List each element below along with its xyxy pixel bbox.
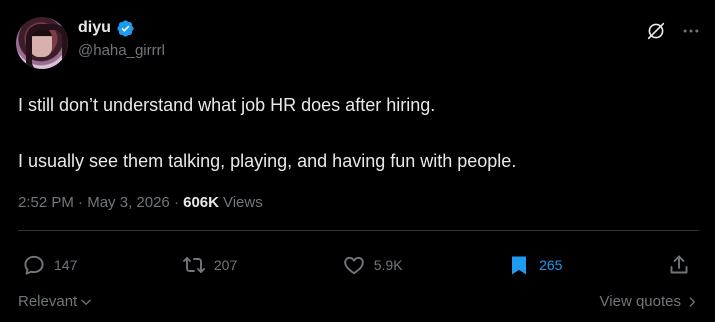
tweet-line-2: I usually see them talking, playing, and… (18, 151, 517, 171)
meta-separator: · (73, 194, 88, 211)
chevron-down-icon (81, 299, 91, 305)
tweet-text: I still don’t understand what job HR doe… (18, 91, 698, 175)
like-button[interactable]: 5.9K (342, 253, 403, 277)
views-count[interactable]: 606K (183, 194, 219, 211)
author-handle[interactable]: @haha_girrrl (78, 42, 165, 59)
reply-icon (24, 255, 44, 275)
reply-count: 147 (54, 257, 78, 273)
author-name-row: diyu (78, 18, 135, 38)
action-bar: 147 207 5.9K 265 (22, 252, 691, 278)
bookmark-count: 265 (539, 257, 563, 273)
repost-icon (182, 257, 205, 273)
grok-icon[interactable] (645, 20, 667, 42)
share-button[interactable] (667, 253, 691, 277)
views-label: Views (222, 194, 263, 211)
avatar[interactable] (16, 17, 68, 69)
tweet-date[interactable]: May 3, 2026 (87, 194, 170, 211)
share-icon (670, 255, 688, 274)
tweet-meta: 2:52 PM · May 3, 2026 · 606K Views (18, 194, 263, 211)
bookmark-button[interactable]: 265 (507, 253, 562, 277)
tweet-time[interactable]: 2:52 PM (18, 194, 74, 211)
top-actions (645, 20, 701, 42)
bookmark-icon (512, 256, 527, 275)
meta-separator-2: · (169, 194, 184, 211)
repost-button[interactable]: 207 (182, 253, 237, 277)
author-display-name[interactable]: diyu (78, 19, 111, 37)
more-icon[interactable] (681, 21, 701, 41)
repost-count: 207 (213, 257, 238, 273)
verified-badge-icon (117, 19, 134, 37)
divider (18, 230, 699, 231)
reply-controls: Relevant View quotes (18, 293, 699, 310)
tweet-line-1: I still don’t understand what job HR doe… (18, 95, 436, 115)
like-count: 5.9K (373, 257, 403, 273)
view-quotes-link[interactable]: View quotes (600, 293, 699, 310)
sort-dropdown[interactable]: Relevant (18, 293, 93, 310)
sort-label: Relevant (18, 293, 78, 310)
chevron-right-icon (689, 296, 695, 307)
view-quotes-label: View quotes (599, 293, 681, 310)
reply-button[interactable]: 147 (22, 253, 77, 277)
like-icon (344, 256, 364, 275)
